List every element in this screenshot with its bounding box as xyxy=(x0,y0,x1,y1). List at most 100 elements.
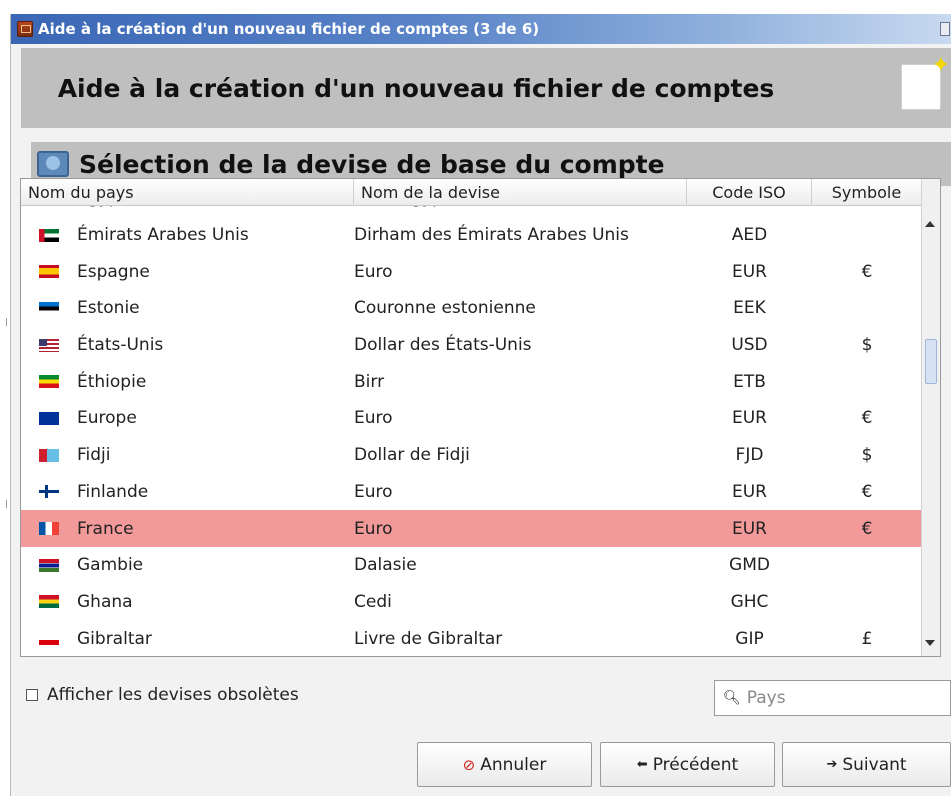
symbol-cell xyxy=(812,363,922,400)
iso-code-cell: EUR xyxy=(732,518,767,539)
table-row[interactable]: Gibraltar Livre de Gibraltar GIP £ xyxy=(21,620,922,656)
column-header-iso[interactable]: Code ISO xyxy=(687,179,812,206)
country-search-box[interactable]: 🔍︎ xyxy=(714,680,951,716)
cancel-button[interactable]: ⊘ Annuler xyxy=(417,742,592,787)
table-row[interactable]: Gambie Dalasie GMD xyxy=(21,547,922,584)
column-header-currency[interactable]: Nom de la devise xyxy=(354,179,687,206)
iso-code-cell: USD xyxy=(731,335,768,356)
symbol-cell: £ xyxy=(861,628,873,649)
symbol-cell: $ xyxy=(861,445,873,466)
country-cell: Gibraltar xyxy=(77,628,152,649)
flag-fiji-icon xyxy=(39,448,59,462)
flag-cell xyxy=(21,474,77,511)
table-row[interactable]: Ghana Cedi GHC xyxy=(21,584,922,621)
next-label: Suivant xyxy=(842,754,907,775)
country-cell: États-Unis xyxy=(77,335,164,356)
country-cell: Fidji xyxy=(77,445,111,466)
window-close-button[interactable] xyxy=(940,22,950,36)
symbol-cell: € xyxy=(861,261,873,282)
table-header: Nom du pays Nom de la devise Code ISO Sy… xyxy=(21,179,922,206)
iso-code-cell: AED xyxy=(731,225,768,246)
flag-cell xyxy=(21,206,77,217)
flag-gambia-icon xyxy=(39,558,59,572)
header-banner: Aide à la création d'un nouveau fichier … xyxy=(21,48,951,128)
flag-cell xyxy=(21,584,77,621)
country-cell: Europe xyxy=(77,408,137,429)
currency-cell: Euro xyxy=(354,481,393,502)
country-cell: Estonie xyxy=(77,298,140,319)
show-obsolete-label[interactable]: Afficher les devises obsolètes xyxy=(47,685,299,705)
flag-france-icon xyxy=(39,522,59,536)
table-row[interactable]: Europe Euro EUR € xyxy=(21,400,922,437)
currency-cell: Dalasie xyxy=(354,555,417,576)
show-obsolete-checkbox[interactable] xyxy=(26,689,38,701)
wallet-app-icon xyxy=(17,21,33,37)
table-row[interactable]: ÉgypteLivre égyptienneEGP£ xyxy=(21,206,922,217)
table-row[interactable]: Éthiopie Birr ETB xyxy=(21,363,922,400)
flag-ghana-icon xyxy=(39,595,59,609)
section-title: Sélection de la devise de base du compte xyxy=(79,149,665,179)
table-row[interactable]: Émirats Arabes Unis Dirham des Émirats Ar… xyxy=(21,217,922,254)
symbol-cell xyxy=(812,290,922,327)
column-header-country[interactable]: Nom du pays xyxy=(21,179,354,206)
flag-cell xyxy=(21,620,77,656)
iso-code-cell: EUR xyxy=(732,261,767,282)
vertical-scrollbar[interactable] xyxy=(921,179,940,656)
currency-cell: Dirham des Émirats Arabes Unis xyxy=(354,225,629,246)
previous-button[interactable]: ⬅ Précédent xyxy=(600,742,775,787)
iso-code-cell: ETB xyxy=(733,371,766,392)
country-cell: Émirats Arabes Unis xyxy=(77,225,249,246)
symbol-cell xyxy=(812,584,922,621)
table-row[interactable]: Fidji Dollar de Fidji FJD $ xyxy=(21,437,922,474)
scroll-down-arrow-icon[interactable] xyxy=(925,640,935,646)
cancel-icon: ⊘ xyxy=(462,755,476,774)
country-cell: Ghana xyxy=(77,591,133,612)
iso-code-cell: EUR xyxy=(732,408,767,429)
flag-cell xyxy=(21,253,77,290)
flag-cell xyxy=(21,547,77,584)
window-title: Aide à la création d'un nouveau fichier … xyxy=(38,20,540,38)
iso-code-cell: EUR xyxy=(732,481,767,502)
flag-europe-icon xyxy=(39,411,59,425)
flag-finland-icon xyxy=(39,485,59,499)
gutter-tick xyxy=(6,500,7,508)
table-row[interactable]: Espagne Euro EUR € xyxy=(21,253,922,290)
table-row[interactable]: États-Unis Dollar des États-Unis USD $ xyxy=(21,327,922,364)
column-header-symbol[interactable]: Symbole xyxy=(812,179,922,206)
currency-cell: Livre de Gibraltar xyxy=(354,628,503,649)
flag-spain-icon xyxy=(39,265,59,279)
currency-cell: Couronne estonienne xyxy=(354,298,536,319)
flag-cell xyxy=(21,510,77,547)
iso-code-cell: FJD xyxy=(735,445,764,466)
arrow-right-icon: ➔ xyxy=(826,757,838,772)
table-row[interactable]: Estonie Couronne estonienne EEK xyxy=(21,290,922,327)
flag-usa-icon xyxy=(39,338,59,352)
table-body[interactable]: ÉgypteLivre égyptienneEGP£Émirats Arabes… xyxy=(21,206,922,656)
flag-estonia-icon xyxy=(39,301,59,315)
flag-cell xyxy=(21,327,77,364)
left-gutter xyxy=(0,0,10,796)
iso-code-cell: EEK xyxy=(733,298,766,319)
table-rows: ÉgypteLivre égyptienneEGP£Émirats Arabes… xyxy=(21,206,922,656)
table-row[interactable]: Finlande Euro EUR € xyxy=(21,474,922,511)
symbol-cell xyxy=(812,547,922,584)
symbol-cell: € xyxy=(861,481,873,502)
banner-heading: Aide à la création d'un nouveau fichier … xyxy=(57,73,775,103)
symbol-cell: $ xyxy=(861,335,873,356)
country-cell: Espagne xyxy=(77,261,150,282)
table-row[interactable]: France Euro EUR € xyxy=(21,510,922,547)
title-bar[interactable]: Aide à la création d'un nouveau fichier … xyxy=(11,14,951,44)
currency-cell: Cedi xyxy=(354,591,392,612)
globe-icon xyxy=(37,151,69,177)
scroll-up-arrow-icon[interactable] xyxy=(925,221,935,227)
flag-cell xyxy=(21,363,77,400)
country-search-input[interactable] xyxy=(746,688,937,708)
previous-label: Précédent xyxy=(652,754,739,775)
symbol-cell: € xyxy=(861,408,873,429)
country-cell: Gambie xyxy=(77,555,144,576)
currency-cell: Dollar de Fidji xyxy=(354,445,470,466)
currency-table: Nom du pays Nom de la devise Code ISO Sy… xyxy=(20,178,941,657)
show-obsolete-option[interactable]: Afficher les devises obsolètes xyxy=(26,685,299,705)
next-button[interactable]: ➔ Suivant xyxy=(782,742,951,787)
scrollbar-thumb[interactable] xyxy=(925,339,937,384)
